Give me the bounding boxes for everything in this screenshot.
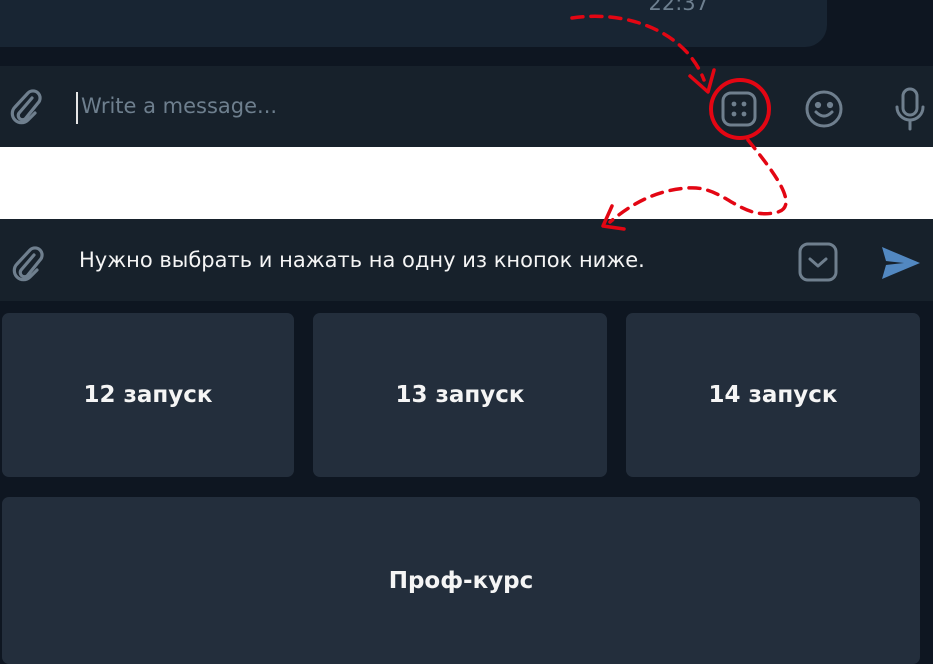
paperclip-icon[interactable] (6, 86, 46, 126)
annotation-arrow-bottom (608, 138, 788, 224)
bottom-panel: Нужно выбрать и нажать на одну из кнопок… (0, 219, 933, 664)
keyboard-button-13-launch[interactable]: 13 запуск (313, 313, 607, 477)
text-cursor (76, 92, 78, 124)
send-icon[interactable] (876, 241, 924, 285)
paperclip-icon[interactable] (6, 241, 50, 285)
compose-bar (0, 66, 933, 147)
keyboard-button-12-launch[interactable]: 12 запуск (2, 313, 294, 477)
smile-icon[interactable] (800, 86, 848, 132)
reply-bar: Нужно выбрать и нажать на одну из кнопок… (0, 219, 933, 301)
bot-keyboard: 12 запуск 13 запуск 14 запуск Проф-курс (0, 301, 933, 664)
message-area: 22:37 (0, 0, 933, 66)
input-text[interactable]: Нужно выбрать и нажать на одну из кнопок… (79, 248, 645, 272)
message-bubble: 22:37 (0, 0, 827, 47)
bot-keyboard-icon[interactable] (714, 86, 764, 132)
chevron-down-icon[interactable] (795, 239, 841, 285)
keyboard-button-prof-course[interactable]: Проф-курс (2, 497, 920, 664)
message-input[interactable] (81, 88, 641, 124)
top-panel: 22:37 (0, 0, 933, 147)
microphone-icon[interactable] (888, 86, 932, 132)
keyboard-button-14-launch[interactable]: 14 запуск (626, 313, 920, 477)
message-time: 22:37 (648, 0, 709, 15)
